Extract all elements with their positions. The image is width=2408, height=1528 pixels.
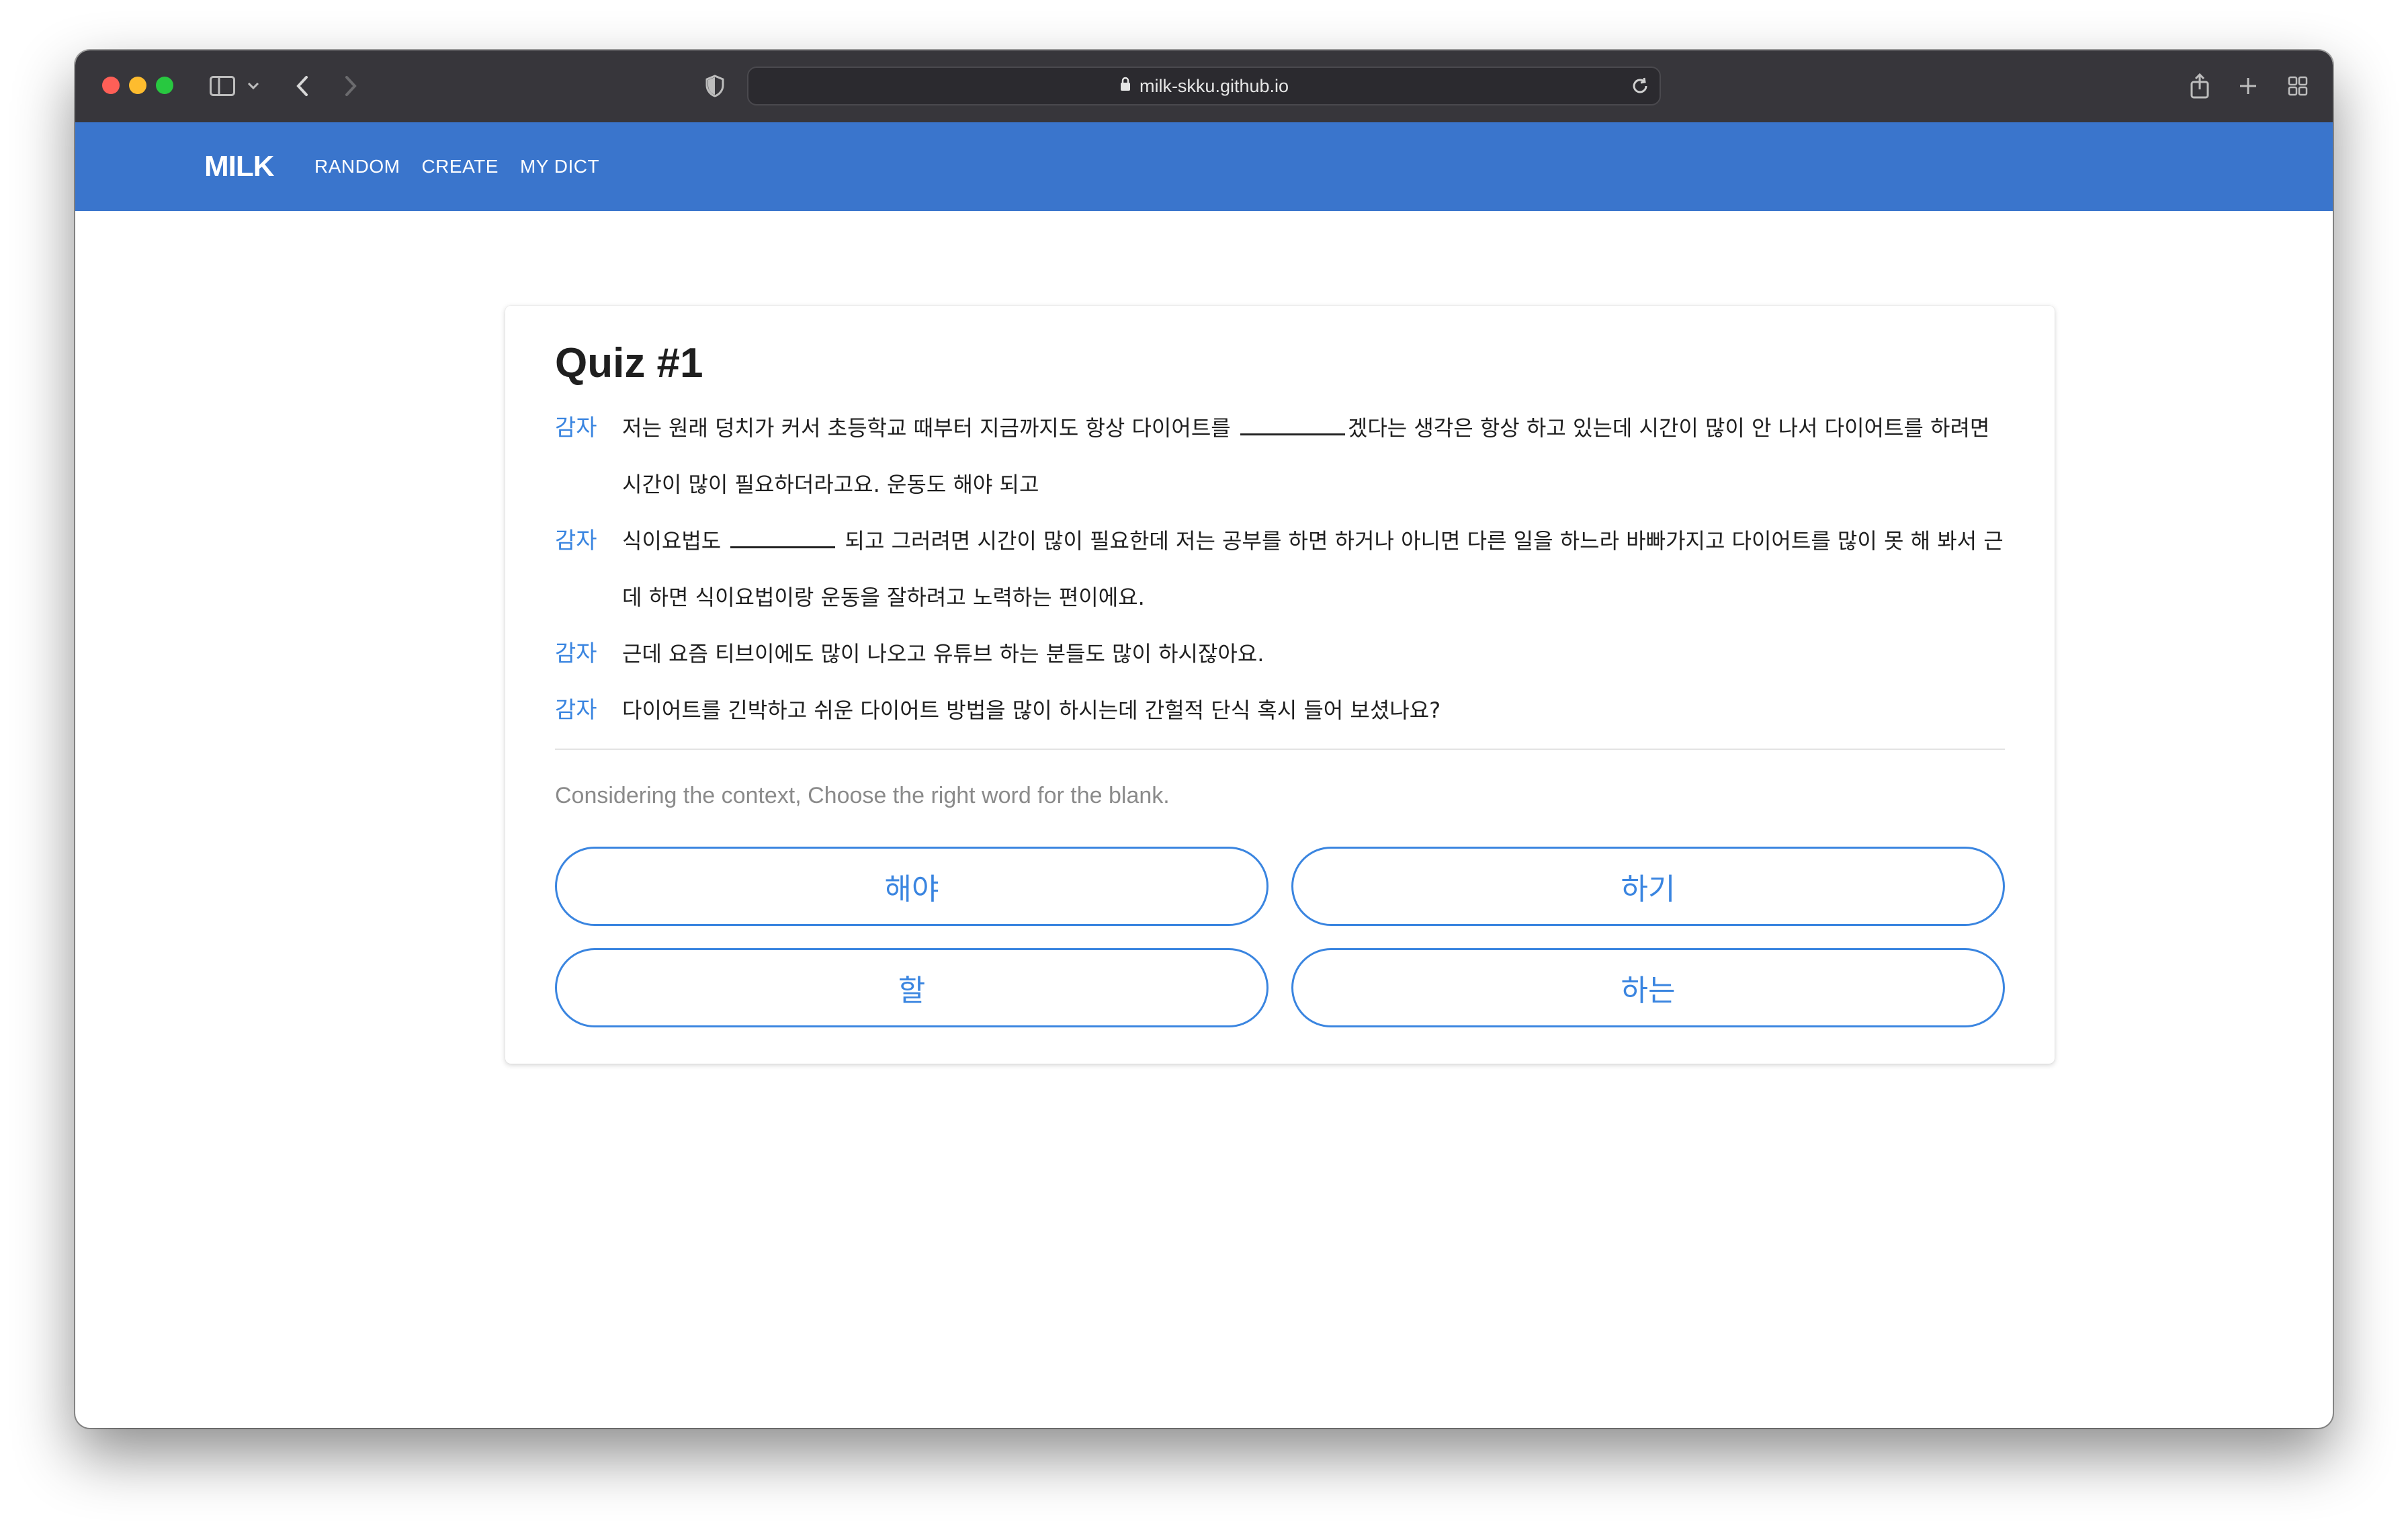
reload-icon[interactable]	[1630, 76, 1650, 99]
nav-links: RANDOM CREATE MY DICT	[314, 122, 599, 211]
close-window-button[interactable]	[102, 77, 120, 94]
share-icon[interactable]	[2186, 71, 2213, 101]
utterance-text: 다이어트를 긴박하고 쉬운 다이어트 방법을 많이 하시는데 간헐적 단식 혹시…	[622, 697, 1441, 723]
lock-icon	[1119, 76, 1131, 97]
url-text: milk-skku.github.io	[1139, 75, 1289, 96]
new-tab-icon[interactable]	[2235, 71, 2262, 101]
chevron-down-icon[interactable]	[243, 71, 263, 101]
nav-link-create[interactable]: CREATE	[421, 156, 499, 177]
blank	[730, 526, 836, 548]
dialogue: 감자 저는 원래 덩치가 커서 초등학교 때부터 지금까지도 항상 다이어트를 …	[555, 400, 2013, 738]
utterance: 저는 원래 덩치가 커서 초등학교 때부터 지금까지도 항상 다이어트를 겠다는…	[622, 400, 2013, 513]
dialogue-line: 감자 다이어트를 긴박하고 쉬운 다이어트 방법을 많이 하시는데 간헐적 단식…	[555, 682, 2013, 738]
quiz-instruction: Considering the context, Choose the righ…	[555, 783, 1170, 808]
minimize-window-button[interactable]	[129, 77, 146, 94]
speaker-label: 감자	[555, 697, 597, 724]
nav-link-random[interactable]: RANDOM	[314, 156, 400, 177]
nav-link-my-dict[interactable]: MY DICT	[520, 156, 599, 177]
site-navbar: MILK RANDOM CREATE MY DICT	[75, 122, 2333, 211]
brand-logo[interactable]: MILK	[204, 122, 275, 211]
speaker-label: 감자	[555, 640, 597, 667]
quiz-title: Quiz #1	[555, 340, 703, 386]
utterance-text: 저는 원래 덩치가 커서 초등학교 때부터 지금까지도 항상 다이어트를	[622, 415, 1238, 441]
answer-option-button[interactable]: 할	[555, 948, 1268, 1027]
utterance-text: 근데 요즘 티브이에도 많이 나오고 유튜브 하는 분들도 많이 하시잖아요.	[622, 641, 1264, 667]
utterance-text: 식이요법도	[622, 528, 728, 554]
privacy-shield-icon[interactable]	[701, 71, 728, 101]
answer-option-button[interactable]: 하는	[1291, 948, 2005, 1027]
browser-window: milk-skku.github.io MILK RANDOM CREATE M…	[75, 50, 2333, 1428]
tab-overview-icon[interactable]	[2284, 71, 2311, 101]
blank	[1240, 413, 1345, 435]
speaker-label: 감자	[555, 415, 597, 441]
address-bar[interactable]: milk-skku.github.io	[747, 67, 1661, 105]
dialogue-line: 감자 근데 요즘 티브이에도 많이 나오고 유튜브 하는 분들도 많이 하시잖아…	[555, 626, 2013, 682]
answer-option-button[interactable]: 하기	[1291, 847, 2005, 926]
sidebar-icon[interactable]	[207, 71, 238, 101]
answer-option-button[interactable]: 해야	[555, 847, 1268, 926]
back-icon[interactable]	[289, 71, 316, 101]
dialogue-line: 감자 저는 원래 덩치가 커서 초등학교 때부터 지금까지도 항상 다이어트를 …	[555, 400, 2013, 513]
quiz-card: Quiz #1 감자 저는 원래 덩치가 커서 초등학교 때부터 지금까지도 항…	[505, 306, 2055, 1064]
speaker-label: 감자	[555, 527, 597, 554]
browser-toolbar: milk-skku.github.io	[75, 50, 2333, 124]
answer-options: 해야 하기 할 하는	[555, 847, 2005, 1027]
dialogue-line: 감자 식이요법도 되고 그러려면 시간이 많이 필요한데 저는 공부를 하면 하…	[555, 513, 2013, 626]
zoom-window-button[interactable]	[156, 77, 173, 94]
utterance: 식이요법도 되고 그러려면 시간이 많이 필요한데 저는 공부를 하면 하거나 …	[622, 513, 2013, 626]
divider	[555, 749, 2005, 750]
forward-icon[interactable]	[337, 71, 364, 101]
